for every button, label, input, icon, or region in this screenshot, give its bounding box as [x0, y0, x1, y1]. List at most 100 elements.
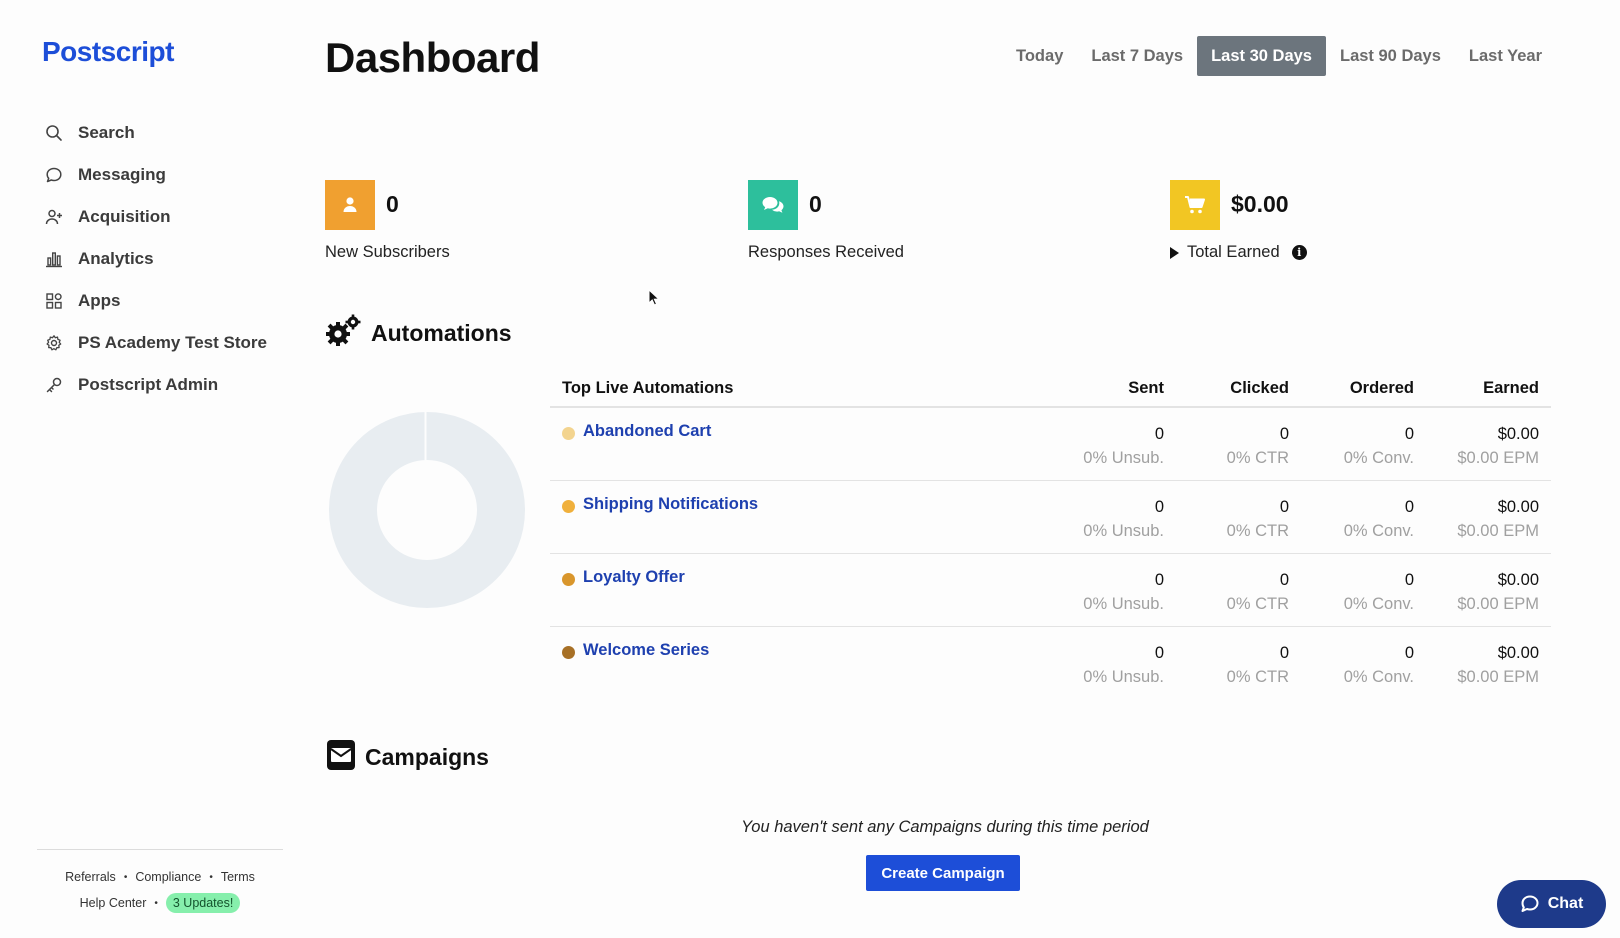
updates-badge[interactable]: 3 Updates! — [165, 893, 241, 913]
unsub-value: 0% Unsub. — [1083, 668, 1164, 686]
sidebar-nav: Search Messaging Acquisition Analytics A… — [44, 112, 267, 406]
column-header-sent: Sent — [1128, 378, 1164, 397]
range-tab-last-year[interactable]: Last Year — [1455, 36, 1556, 76]
campaigns-empty-message: You haven't sent any Campaigns during th… — [741, 818, 1149, 836]
date-range-tabs: Today Last 7 Days Last 30 Days Last 90 D… — [1002, 36, 1556, 76]
stat-responses-received: 0 Responses Received — [748, 180, 904, 262]
sent-cell: 0 0% Unsub. — [1051, 422, 1176, 480]
total-earned-toggle[interactable]: Total Earned i — [1170, 243, 1307, 262]
sidebar-item-label: PS Academy Test Store — [78, 333, 267, 352]
range-tab-today[interactable]: Today — [1002, 36, 1077, 76]
donut-ring — [329, 412, 525, 608]
clicked-cell: 0 0% CTR — [1176, 422, 1301, 480]
range-tab-last-7-days[interactable]: Last 7 Days — [1077, 36, 1197, 76]
terms-link[interactable]: Terms — [221, 870, 255, 884]
sidebar: Postscript Search Messaging Acquisition … — [0, 0, 290, 938]
earned-value: $0.00 — [1497, 571, 1539, 589]
sidebar-item-label: Analytics — [78, 249, 154, 268]
automation-link[interactable]: Abandoned Cart — [583, 422, 711, 441]
chat-button[interactable]: Chat — [1497, 880, 1606, 928]
sidebar-item-label: Apps — [78, 291, 121, 310]
info-icon[interactable]: i — [1291, 245, 1307, 260]
sidebar-item-store-settings[interactable]: PS Academy Test Store — [44, 322, 267, 364]
sent-value: 0 — [1154, 425, 1164, 443]
clicked-cell: 0 0% CTR — [1176, 568, 1301, 626]
create-campaign-button[interactable]: Create Campaign — [866, 855, 1020, 891]
help-center-link[interactable]: Help Center — [80, 896, 147, 910]
sent-cell: 0 0% Unsub. — [1051, 641, 1176, 700]
range-tab-last-30-days[interactable]: Last 30 Days — [1197, 36, 1326, 76]
table-row: Loyalty Offer 0 0% Unsub. 0 0% CTR 0 0% Con… — [550, 554, 1551, 627]
column-header-clicked: Clicked — [1230, 378, 1289, 397]
unsub-value: 0% Unsub. — [1083, 522, 1164, 540]
earned-cell: $0.00 $0.00 EPM — [1426, 568, 1551, 626]
sidebar-item-label: Acquisition — [78, 207, 171, 226]
user-icon — [325, 180, 375, 230]
earned-value: $0.00 — [1497, 425, 1539, 443]
stat-label: Total Earned — [1187, 243, 1280, 261]
earned-cell: $0.00 $0.00 EPM — [1426, 641, 1551, 700]
sidebar-item-acquisition[interactable]: Acquisition — [44, 196, 267, 238]
status-dot — [562, 573, 575, 586]
column-header-earned: Earned — [1483, 378, 1539, 397]
ordered-value: 0 — [1404, 644, 1414, 662]
table-row: Abandoned Cart 0 0% Unsub. 0 0% CTR 0 0% Co… — [550, 408, 1551, 481]
ordered-cell: 0 0% Conv. — [1301, 568, 1426, 626]
conv-value: 0% Conv. — [1343, 449, 1414, 467]
automation-name-cell: Shipping Notifications — [550, 495, 1051, 553]
epm-value: $0.00 EPM — [1457, 449, 1539, 467]
sent-value: 0 — [1154, 498, 1164, 516]
conv-value: 0% Conv. — [1343, 595, 1414, 613]
ordered-value: 0 — [1404, 571, 1414, 589]
range-tab-last-90-days[interactable]: Last 90 Days — [1326, 36, 1455, 76]
sidebar-item-label: Search — [78, 123, 135, 142]
status-dot — [562, 427, 575, 440]
automations-donut-chart — [329, 412, 525, 608]
sidebar-item-apps[interactable]: Apps — [44, 280, 267, 322]
campaigns-title: Campaigns — [365, 744, 489, 770]
ctr-value: 0% CTR — [1226, 522, 1289, 540]
sent-cell: 0 0% Unsub. — [1051, 568, 1176, 626]
automation-link[interactable]: Loyalty Offer — [583, 568, 685, 587]
ordered-cell: 0 0% Conv. — [1301, 422, 1426, 480]
user-plus-icon — [44, 207, 64, 227]
top-automations-table: Top Live Automations Sent Clicked Ordere… — [550, 370, 1551, 700]
clicked-cell: 0 0% CTR — [1176, 641, 1301, 700]
sidebar-item-messaging[interactable]: Messaging — [44, 154, 267, 196]
automation-link[interactable]: Welcome Series — [583, 641, 709, 660]
sidebar-item-analytics[interactable]: Analytics — [44, 238, 267, 280]
clicked-value: 0 — [1279, 644, 1289, 662]
postscript-logo[interactable]: Postscript — [42, 36, 174, 68]
earned-value: $0.00 — [1497, 498, 1539, 516]
automation-link[interactable]: Shipping Notifications — [583, 495, 758, 514]
clicked-value: 0 — [1279, 498, 1289, 516]
stat-value: 0 — [386, 191, 399, 217]
automations-header: Automations — [325, 314, 512, 353]
epm-value: $0.00 EPM — [1457, 522, 1539, 540]
sent-cell: 0 0% Unsub. — [1051, 495, 1176, 553]
ctr-value: 0% CTR — [1226, 595, 1289, 613]
sidebar-footer: Referrals • Compliance • Terms Help Cent… — [37, 849, 283, 916]
separator-dot: • — [154, 897, 158, 909]
cogs-icon — [325, 314, 361, 353]
mouse-cursor-icon — [648, 289, 660, 306]
epm-value: $0.00 EPM — [1457, 595, 1539, 613]
automation-name-cell: Abandoned Cart — [550, 422, 1051, 480]
referrals-link[interactable]: Referrals — [65, 870, 116, 884]
sidebar-item-admin[interactable]: Postscript Admin — [44, 364, 267, 406]
separator-dot: • — [209, 871, 213, 883]
sidebar-item-search[interactable]: Search — [44, 112, 267, 154]
bar-chart-icon — [44, 249, 64, 269]
campaigns-header: Campaigns — [327, 740, 489, 775]
stat-value: 0 — [809, 191, 822, 217]
chat-bubble-icon — [44, 165, 64, 185]
envelope-icon — [327, 740, 355, 775]
conv-value: 0% Conv. — [1343, 668, 1414, 686]
chat-label: Chat — [1547, 895, 1584, 912]
sent-value: 0 — [1154, 571, 1164, 589]
cart-icon — [1170, 180, 1220, 230]
gear-icon — [44, 333, 64, 353]
unsub-value: 0% Unsub. — [1083, 595, 1164, 613]
compliance-link[interactable]: Compliance — [135, 870, 201, 884]
column-header-name: Top Live Automations — [562, 378, 734, 397]
